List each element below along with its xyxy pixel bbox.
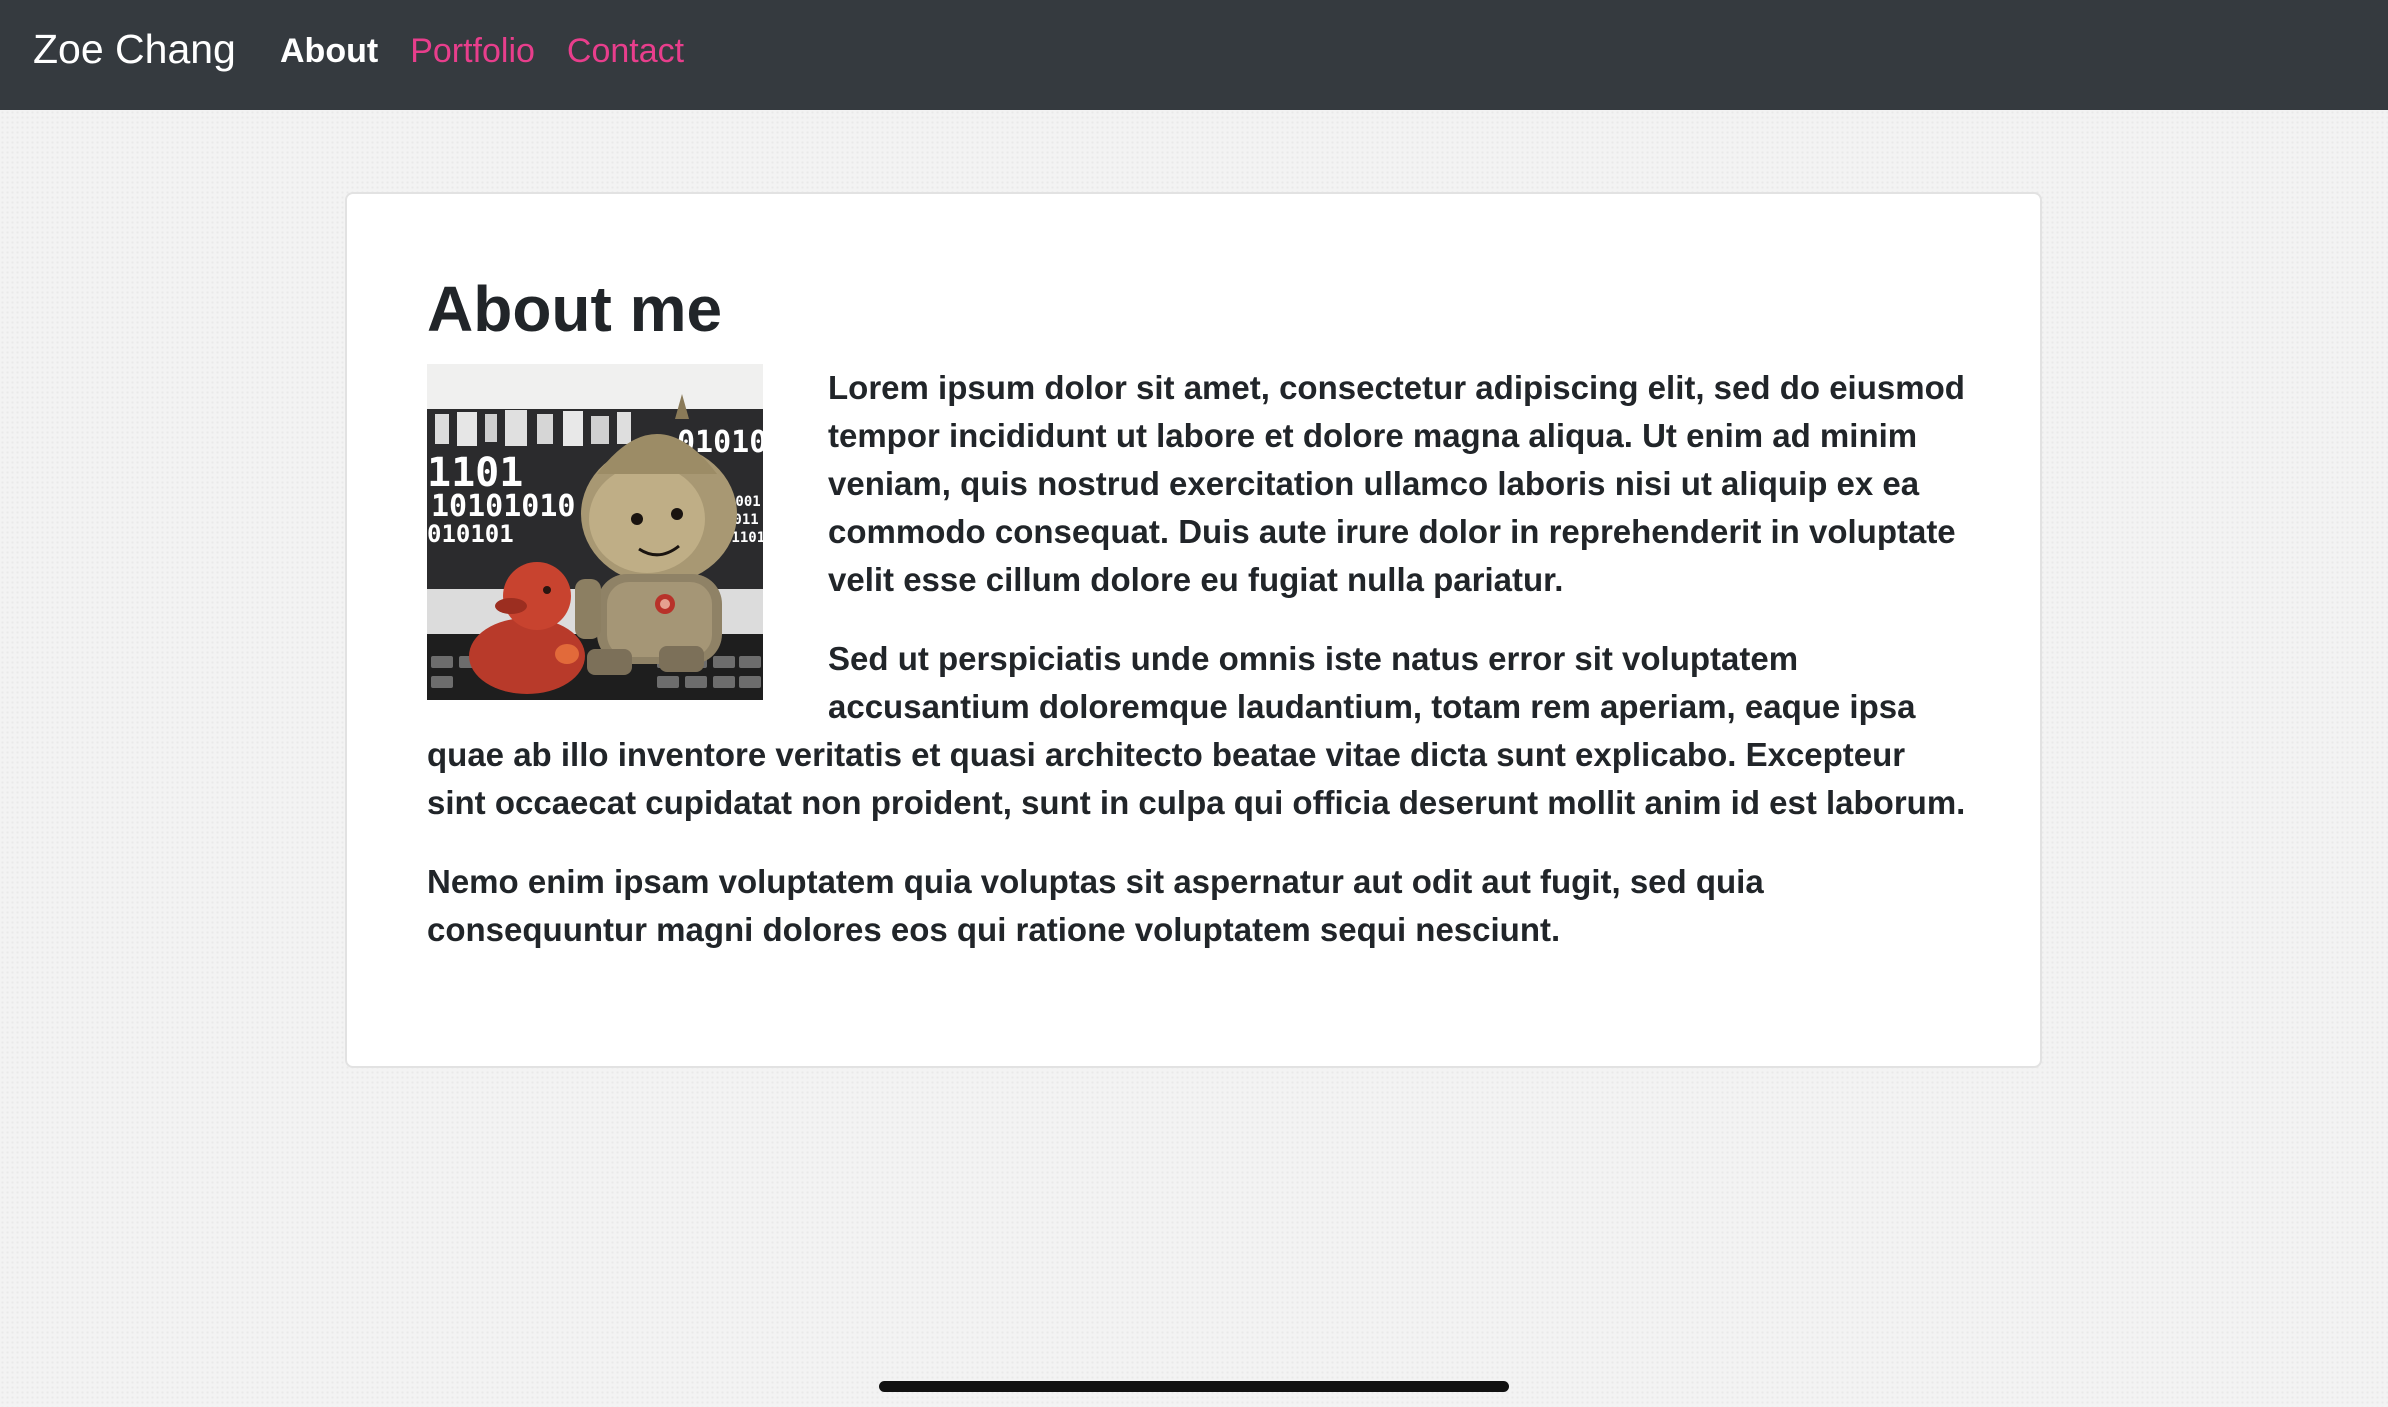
nav-link-about[interactable]: About	[280, 32, 378, 71]
nav-link-portfolio[interactable]: Portfolio	[410, 32, 535, 71]
nav-link-contact[interactable]: Contact	[567, 32, 684, 71]
poster-binary-4: 010101	[427, 520, 514, 548]
page-title: About me	[427, 273, 723, 345]
home-indicator[interactable]	[879, 1381, 1509, 1392]
paragraph: Nemo enim ipsam voluptatem quia voluptas…	[427, 863, 1764, 948]
poster-binary-3: 10101010	[431, 489, 576, 524]
navbar: Zoe Chang About Portfolio Contact	[0, 0, 2388, 110]
brand-link[interactable]: Zoe Chang	[33, 26, 236, 73]
about-card-body: About me 01010 1101 10101010 010101 1001…	[427, 270, 1967, 985]
profile-photo: 01010 1101 10101010 010101 1001 0011 011…	[427, 364, 763, 700]
about-card: About me 01010 1101 10101010 010101 1001…	[345, 192, 2042, 1068]
nav-links: About Portfolio Contact	[280, 32, 684, 71]
